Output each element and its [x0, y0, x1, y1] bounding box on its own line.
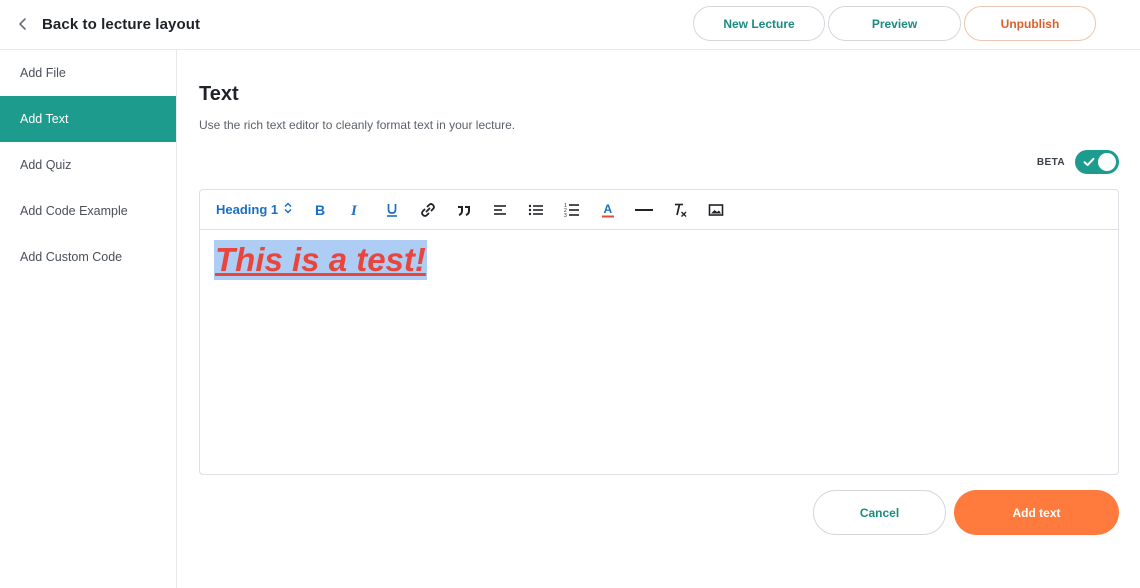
italic-icon[interactable]: I [346, 200, 366, 220]
bold-icon[interactable]: B [310, 200, 330, 220]
chevron-left-icon [18, 17, 32, 31]
clear-format-icon[interactable] [670, 200, 690, 220]
sidebar: Add File Add Text Add Quiz Add Code Exam… [0, 50, 177, 588]
editor-selected-text[interactable]: This is a test! [214, 240, 427, 280]
sidebar-item-add-file[interactable]: Add File [0, 50, 176, 96]
footer-actions: Cancel Add text [813, 490, 1119, 535]
cancel-button[interactable]: Cancel [813, 490, 946, 535]
check-icon [1082, 155, 1096, 169]
page-subtitle: Use the rich text editor to cleanly form… [199, 118, 516, 132]
back-label: Back to lecture layout [42, 15, 201, 33]
heading-select[interactable]: Heading 1 [216, 202, 292, 217]
beta-label: BETA [1036, 156, 1065, 168]
align-left-icon[interactable] [490, 200, 510, 220]
top-actions: New Lecture Preview Unpublish [693, 6, 1096, 41]
svg-text:B: B [315, 202, 325, 218]
editor-toolbar: Heading 1 B I 1 2 3 A [200, 190, 1118, 230]
sidebar-item-add-code-example[interactable]: Add Code Example [0, 188, 176, 234]
svg-text:A: A [604, 202, 613, 216]
underline-icon[interactable] [382, 200, 402, 220]
new-lecture-button[interactable]: New Lecture [693, 6, 825, 41]
bullet-list-icon[interactable] [526, 200, 546, 220]
beta-toggle[interactable] [1075, 150, 1119, 174]
svg-text:I: I [350, 203, 358, 218]
rich-text-editor: Heading 1 B I 1 2 3 A This is a test! [199, 189, 1119, 475]
text-color-icon[interactable]: A [598, 200, 618, 220]
add-text-button[interactable]: Add text [954, 490, 1119, 535]
sidebar-item-add-quiz[interactable]: Add Quiz [0, 142, 176, 188]
page-title: Text [199, 83, 239, 105]
select-arrows-icon [284, 202, 292, 217]
link-icon[interactable] [418, 200, 438, 220]
preview-button[interactable]: Preview [828, 6, 961, 41]
blockquote-icon[interactable] [454, 200, 474, 220]
sidebar-item-add-custom-code[interactable]: Add Custom Code [0, 234, 176, 280]
top-bar: Back to lecture layout New Lecture Previ… [0, 0, 1140, 50]
back-to-lecture-layout-link[interactable]: Back to lecture layout [18, 12, 200, 36]
numbered-list-icon[interactable]: 123 [562, 200, 582, 220]
beta-toggle-group: BETA [1037, 150, 1119, 174]
svg-text:3: 3 [564, 213, 567, 218]
image-icon[interactable] [706, 200, 726, 220]
editor-content-area[interactable]: This is a test! [200, 230, 1118, 290]
heading-select-label: Heading 1 [216, 202, 279, 217]
horizontal-rule-icon[interactable] [634, 200, 654, 220]
unpublish-button[interactable]: Unpublish [964, 6, 1096, 41]
toggle-knob [1098, 153, 1116, 171]
main-content: Text Use the rich text editor to cleanly… [199, 50, 1119, 588]
sidebar-item-add-text[interactable]: Add Text [0, 96, 176, 142]
